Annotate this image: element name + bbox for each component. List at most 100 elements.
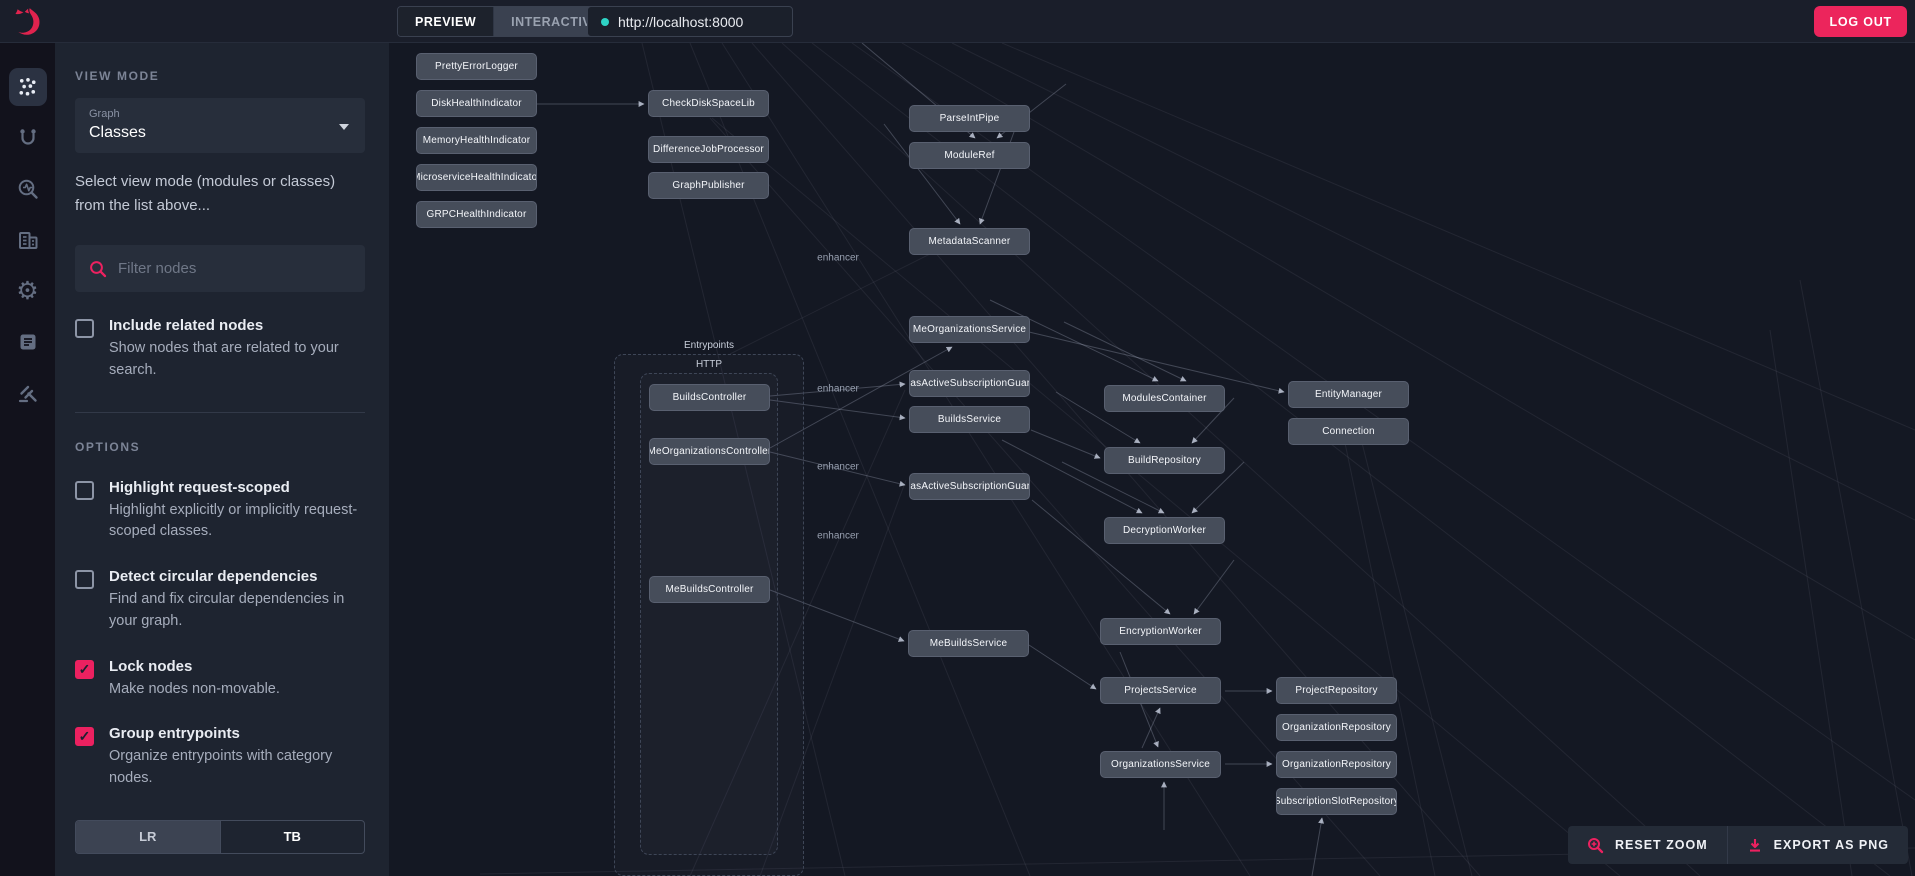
rail-item-graph[interactable] — [8, 68, 47, 106]
graph-mode-select[interactable]: Graph Classes — [75, 98, 365, 153]
rail-item-routes[interactable] — [9, 119, 47, 157]
filter-nodes-input[interactable] — [118, 260, 351, 277]
graph-node[interactable]: EntityManager — [1288, 381, 1409, 408]
target-url-pill[interactable]: http://localhost:8000 — [587, 6, 793, 37]
rail-item-inspect[interactable] — [9, 170, 47, 208]
graph-node[interactable]: MetadataScanner — [909, 228, 1030, 255]
zoom-reset-icon — [1588, 837, 1604, 853]
download-icon — [1749, 839, 1760, 852]
option-text: Detect circular dependencies Find and fix… — [109, 568, 365, 633]
option-title: Detect circular dependencies — [109, 568, 318, 585]
rail-item-organizations[interactable] — [9, 221, 47, 259]
graph-node[interactable]: CheckDiskSpaceLib — [648, 90, 769, 117]
option-text: Lock nodes Make nodes non-movable. — [109, 658, 280, 701]
option-title: Highlight request-scoped — [109, 478, 290, 496]
checkbox[interactable]: ✓ — [75, 659, 94, 679]
graph-node[interactable]: BuildRepository — [1104, 447, 1225, 474]
nestjs-logo[interactable] — [0, 0, 55, 43]
settings-gear-icon: ⚙ — [16, 276, 39, 305]
rail-item-settings[interactable]: ⚙ — [9, 272, 47, 310]
option-row: ✓ Group entrypoints Organize entrypoints w… — [75, 725, 365, 790]
direction-lr-button[interactable]: LR — [76, 820, 220, 853]
export-png-label: EXPORT AS PNG — [1773, 838, 1889, 852]
include-related-section: Include related nodes Show nodes that are… — [75, 292, 365, 382]
graph-node[interactable]: GraphPublisher — [648, 172, 769, 199]
graph-node[interactable]: PrettyErrorLogger — [416, 53, 537, 80]
option-row: Highlight request-scoped Highlight explic… — [75, 479, 365, 544]
status-dot — [601, 17, 609, 26]
reset-zoom-button[interactable]: RESET ZOOM — [1568, 826, 1727, 864]
graph-node[interactable]: ModulesContainer — [1104, 385, 1225, 412]
option-row: ✓ Lock nodes Make nodes non-movable. — [75, 658, 365, 701]
filter-box — [75, 245, 365, 292]
graph-node[interactable]: EncryptionWorker — [1100, 618, 1221, 645]
view-tabs: PREVIEW INTERACTIVE — [397, 6, 618, 37]
graph-node[interactable]: MeBuildsController — [649, 576, 770, 603]
option-text: Group entrypoints Organize entrypoints wi… — [109, 725, 365, 790]
edge-label: enhancer — [817, 530, 859, 542]
control-panel: VIEW MODE Graph Classes Select view mode… — [55, 43, 389, 876]
option-text: Include related nodes Show nodes that are… — [109, 317, 365, 382]
option-text: Highlight request-scoped Highlight explic… — [109, 479, 365, 544]
graph-node[interactable]: Connection — [1288, 418, 1409, 445]
audit-gavel-icon — [18, 385, 37, 403]
icon-rail: ⚙ — [0, 43, 55, 876]
option-title: Include related nodes — [109, 317, 264, 334]
graph-node[interactable]: MicroserviceHealthIndicator — [416, 164, 537, 191]
nestjs-logo-icon — [14, 7, 40, 35]
graph-node[interactable]: GRPCHealthIndicator — [416, 201, 537, 228]
rail-item-logs[interactable] — [9, 323, 47, 361]
graph-node[interactable]: DifferenceJobProcessor — [648, 136, 769, 163]
graph-node[interactable]: HasActiveSubscriptionGuard — [909, 370, 1030, 397]
graph-node[interactable]: DecryptionWorker — [1104, 517, 1225, 544]
tab-preview-label: PREVIEW — [415, 14, 477, 29]
graph-node[interactable]: ProjectRepository — [1276, 677, 1397, 704]
checkbox[interactable] — [75, 319, 94, 338]
layout-direction-toggle: LR TB — [75, 819, 365, 854]
routes-icon — [19, 129, 36, 145]
view-mode-heading: VIEW MODE — [75, 69, 160, 83]
chevron-down-icon — [339, 123, 349, 130]
graph-node[interactable]: OrganizationsService — [1100, 751, 1221, 778]
graph-node[interactable]: HasActiveSubscriptionGuard — [909, 473, 1030, 500]
checkbox[interactable] — [75, 570, 94, 589]
option-desc: Organize entrypoints with category nodes… — [109, 748, 333, 786]
graph-node[interactable]: ModuleRef — [909, 142, 1030, 169]
option-desc: Find and fix circular dependencies in yo… — [109, 591, 345, 629]
tab-preview[interactable]: PREVIEW — [398, 7, 494, 36]
option-row: Detect circular dependencies Find and fix… — [75, 568, 365, 633]
graph-node[interactable]: MeOrganizationsController — [649, 438, 770, 465]
direction-tb-button[interactable]: TB — [219, 820, 365, 853]
graph-node[interactable]: ParseIntPipe — [909, 105, 1030, 132]
graph-node[interactable]: OrganizationRepository — [1276, 714, 1397, 741]
graph-node[interactable]: OrganizationRepository — [1276, 751, 1397, 778]
option-title: Group entrypoints — [109, 725, 240, 743]
edge-label: enhancer — [817, 461, 859, 473]
inspect-pulse-icon — [18, 179, 38, 199]
graph-node[interactable]: MemoryHealthIndicator — [416, 127, 537, 154]
checkbox[interactable]: ✓ — [75, 727, 94, 747]
graph-node[interactable]: MeBuildsService — [908, 630, 1029, 657]
select-label: Graph — [89, 108, 120, 120]
group-label: HTTP — [695, 359, 723, 370]
edge-label: enhancer — [817, 252, 859, 264]
graph-node[interactable]: ProjectsService — [1100, 677, 1221, 704]
graph-node[interactable]: SubscriptionSlotRepository — [1276, 788, 1397, 815]
logout-button[interactable]: LOG OUT — [1814, 6, 1907, 37]
section-divider — [75, 411, 365, 413]
sidebar: ⚙ VIEW MODE Graph Classes Select view mo… — [0, 43, 389, 876]
target-url: http://localhost:8000 — [618, 13, 744, 30]
export-png-button[interactable]: EXPORT AS PNG — [1728, 826, 1908, 864]
graph-node[interactable]: BuildsController — [649, 384, 770, 411]
reset-zoom-label: RESET ZOOM — [1615, 838, 1708, 852]
options-list: Highlight request-scoped Highlight explic… — [75, 454, 365, 790]
graph-node[interactable]: DiskHealthIndicator — [416, 90, 537, 117]
rail-item-audit[interactable] — [9, 374, 47, 412]
organizations-icon — [18, 232, 37, 249]
option-desc: Show nodes that are related to your sear… — [109, 340, 339, 378]
graph-node[interactable]: BuildsService — [909, 406, 1030, 433]
graph-node[interactable]: MeOrganizationsService — [909, 316, 1030, 343]
checkbox[interactable] — [75, 480, 94, 500]
option-desc: Make nodes non-movable. — [109, 680, 280, 697]
option-title: Lock nodes — [109, 657, 193, 675]
